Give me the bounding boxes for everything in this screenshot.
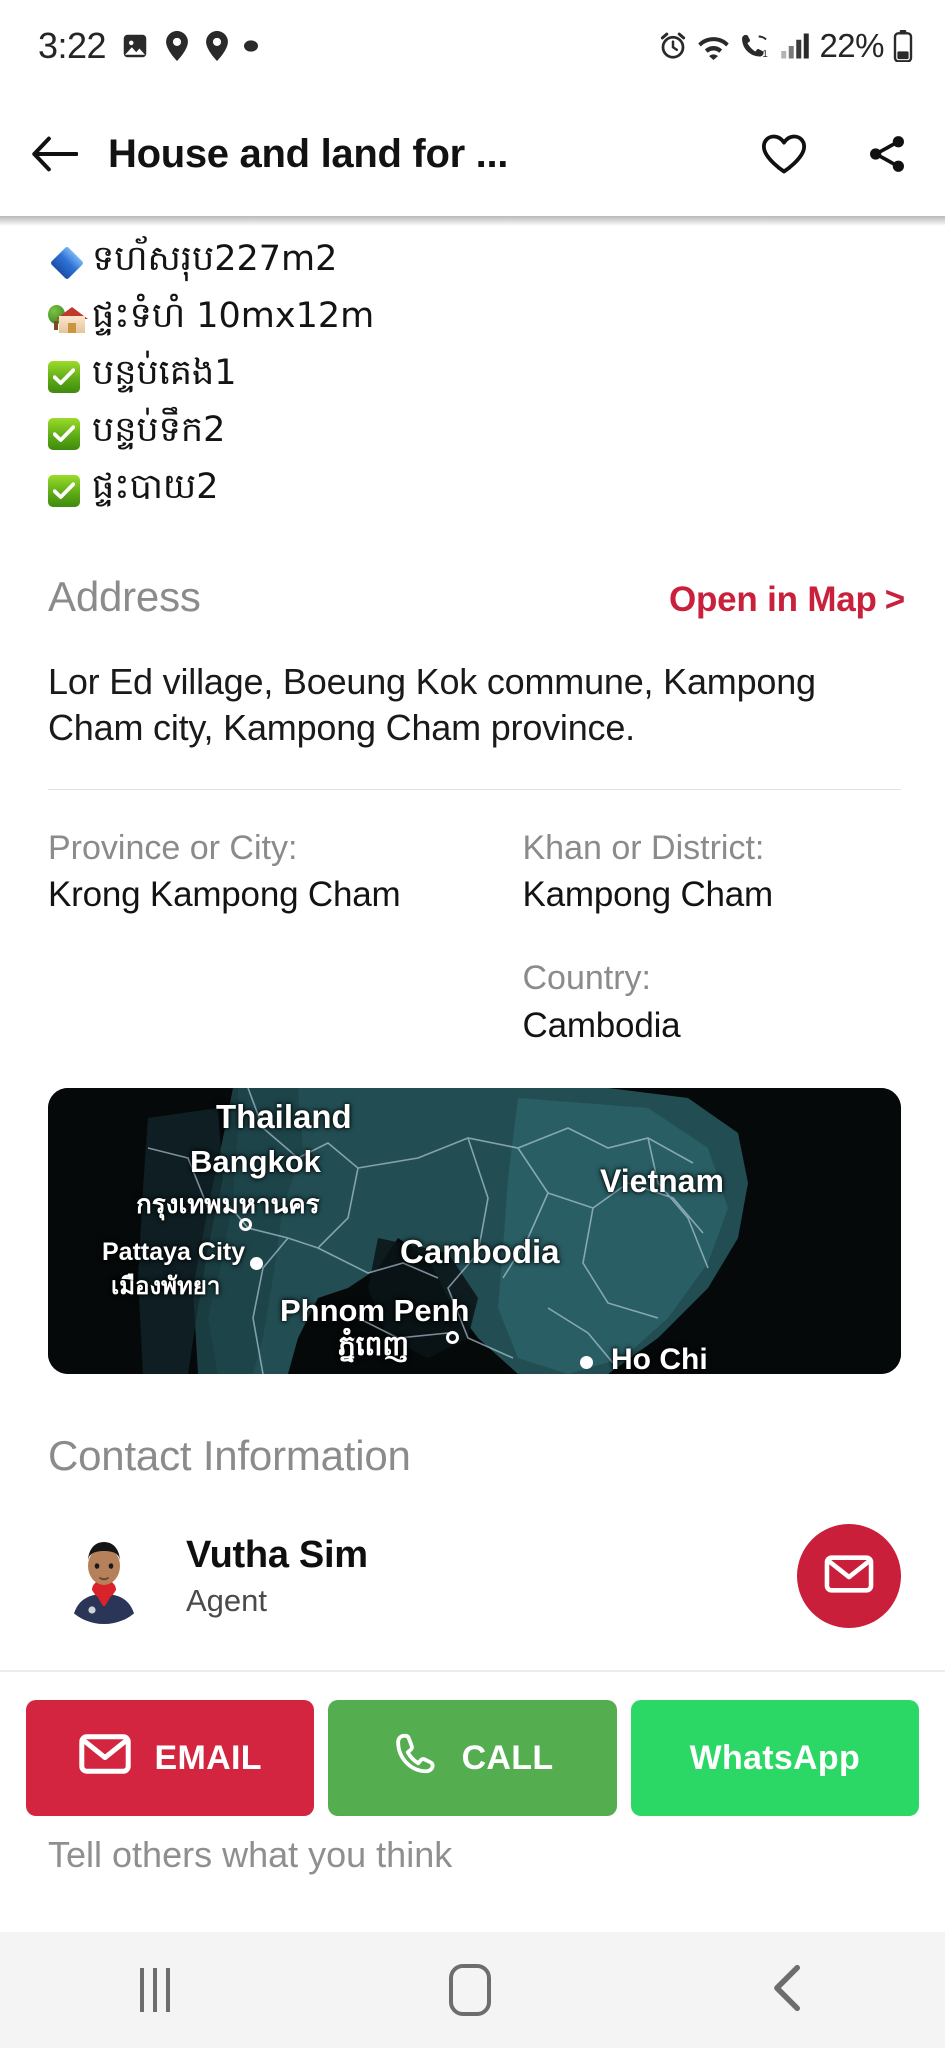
home-icon[interactable] bbox=[448, 1964, 491, 2016]
map-label-bangkok: Bangkok bbox=[190, 1144, 321, 1180]
address-column-left: Province or City: Krong Kampong Cham bbox=[48, 824, 475, 1048]
alarm-icon bbox=[658, 31, 688, 61]
dot-icon bbox=[244, 39, 259, 53]
agent-name: Vutha Sim bbox=[186, 1533, 368, 1576]
map-preview-wrapper[interactable]: Thailand Bangkok กรุงเทพมหานคร Pattaya C… bbox=[0, 1048, 945, 1375]
battery-icon bbox=[893, 30, 913, 62]
feature-text: ផ្ទះទំហំ 10mx12m bbox=[92, 296, 375, 336]
open-in-map-link[interactable]: Open in Map > bbox=[669, 580, 905, 620]
email-button[interactable]: EMAIL bbox=[26, 1700, 315, 1817]
share-icon[interactable] bbox=[865, 133, 909, 175]
district-value: Kampong Cham bbox=[522, 875, 774, 915]
agent-info: Vutha Sim Agent bbox=[186, 1534, 797, 1619]
app-bar-actions bbox=[761, 133, 909, 175]
full-address-text: Lor Ed village, Boeung Kok commune, Kamp… bbox=[48, 661, 816, 749]
feature-list: ទហ័សរុប227m2 ផ្ទះទំហំ 10mx12m បន្ទប់គេង1… bbox=[0, 226, 945, 519]
feature-text: បន្ទប់គេង1 bbox=[92, 353, 237, 393]
status-bar: 3:22 1 22% bbox=[0, 0, 945, 92]
map-label-vietnam: Vietnam bbox=[600, 1163, 724, 1200]
check-mark-button-icon bbox=[48, 360, 88, 393]
call-wifi-icon: 1 bbox=[739, 31, 771, 61]
whatsapp-button-label: WhatsApp bbox=[689, 1738, 861, 1777]
battery-percent: 22% bbox=[819, 27, 884, 64]
email-button-label: EMAIL bbox=[154, 1738, 262, 1777]
check-mark-button-icon bbox=[48, 474, 88, 507]
map-label-pattaya-thai: เมืองพัทยา bbox=[111, 1273, 221, 1301]
address-column-right: Khan or District: Kampong Cham Country: … bbox=[475, 824, 902, 1048]
feature-text: ផ្ទះបាយ2 bbox=[92, 467, 219, 507]
envelope-icon bbox=[824, 1555, 874, 1598]
status-bar-left: 3:22 bbox=[38, 25, 259, 67]
wifi-icon bbox=[697, 31, 730, 61]
map-label-cambodia: Cambodia bbox=[400, 1233, 560, 1271]
recent-apps-icon[interactable] bbox=[139, 1968, 170, 2012]
contact-section-header: Contact Information bbox=[0, 1374, 945, 1480]
map-label-pattaya: Pattaya City bbox=[102, 1238, 246, 1267]
feature-text: ទហ័សរុប227m2 bbox=[92, 239, 338, 279]
call-button-label: CALL bbox=[461, 1738, 554, 1777]
back-arrow-icon[interactable] bbox=[32, 135, 78, 173]
avatar bbox=[56, 1528, 152, 1625]
heart-icon[interactable] bbox=[761, 133, 807, 175]
address-fields-grid: Province or City: Krong Kampong Cham Kha… bbox=[0, 790, 945, 1048]
map-label-phnom-penh: Phnom Penh bbox=[280, 1293, 470, 1329]
contact-title: Contact Information bbox=[48, 1432, 411, 1480]
address-title: Address bbox=[48, 573, 201, 620]
status-time: 3:22 bbox=[38, 25, 107, 66]
country-label: Country: bbox=[522, 959, 652, 998]
phone-screen: 3:22 1 22% House and land for ... ទហ័សរុ… bbox=[0, 0, 945, 2048]
check-mark-button-icon bbox=[48, 417, 88, 450]
back-chevron-icon[interactable] bbox=[770, 1964, 806, 2017]
province-value: Krong Kampong Cham bbox=[48, 875, 401, 915]
status-bar-right: 1 22% bbox=[658, 27, 913, 65]
list-item: ផ្ទះបាយ2 bbox=[48, 462, 945, 519]
location-pin-icon bbox=[204, 31, 230, 61]
envelope-icon bbox=[78, 1734, 131, 1783]
list-item: បន្ទប់គេង1 bbox=[48, 348, 945, 405]
agent-row[interactable]: Vutha Sim Agent bbox=[0, 1480, 945, 1629]
feature-text: បន្ទប់ទឹក2 bbox=[92, 410, 226, 450]
chevron-right-icon: > bbox=[884, 580, 905, 619]
action-button-bar: EMAIL CALL WhatsApp bbox=[0, 1672, 945, 1817]
map-label-bangkok-thai: กรุงเทพมหานคร bbox=[136, 1189, 320, 1220]
whatsapp-button[interactable]: WhatsApp bbox=[630, 1700, 919, 1817]
map-label-thailand: Thailand bbox=[216, 1098, 352, 1136]
map-label-phnom-penh-khmer: ភ្នំពេញ bbox=[338, 1329, 410, 1363]
list-item: ទហ័សរុប227m2 bbox=[48, 234, 945, 291]
image-icon bbox=[120, 31, 150, 61]
district-label: Khan or District: bbox=[522, 829, 765, 868]
phone-icon bbox=[392, 1731, 438, 1786]
email-agent-button[interactable] bbox=[797, 1524, 901, 1629]
map-label-ho-chi-1: Ho Chi bbox=[611, 1343, 708, 1375]
list-item: បន្ទប់ទឹក2 bbox=[48, 405, 945, 462]
app-bar: House and land for ... bbox=[0, 92, 945, 216]
page-title: House and land for ... bbox=[108, 131, 509, 176]
address-section-header: Address Open in Map > bbox=[0, 519, 945, 621]
signal-bars-icon bbox=[780, 32, 810, 60]
country-value: Cambodia bbox=[522, 1005, 681, 1045]
gem-stone-icon bbox=[48, 245, 88, 280]
agent-role: Agent bbox=[186, 1582, 268, 1618]
call-button[interactable]: CALL bbox=[328, 1700, 617, 1817]
scroll-content: ទហ័សរុប227m2 ផ្ទះទំហំ 10mx12m បន្ទប់គេង1… bbox=[0, 226, 945, 1876]
review-prompt: Tell others what you think bbox=[48, 1834, 453, 1876]
province-label: Province or City: bbox=[48, 829, 298, 868]
map-graphic bbox=[48, 1088, 901, 1375]
map-preview[interactable]: Thailand Bangkok กรุงเทพมหานคร Pattaya C… bbox=[48, 1088, 901, 1375]
open-in-map-label: Open in Map bbox=[668, 580, 877, 619]
location-pin-icon bbox=[164, 31, 190, 61]
system-nav-bar bbox=[0, 1932, 945, 2048]
list-item: ផ្ទះទំហំ 10mx12m bbox=[48, 291, 945, 348]
app-bar-shadow bbox=[0, 216, 945, 226]
svg-text:1: 1 bbox=[763, 49, 768, 60]
house-with-garden-icon bbox=[48, 303, 88, 337]
